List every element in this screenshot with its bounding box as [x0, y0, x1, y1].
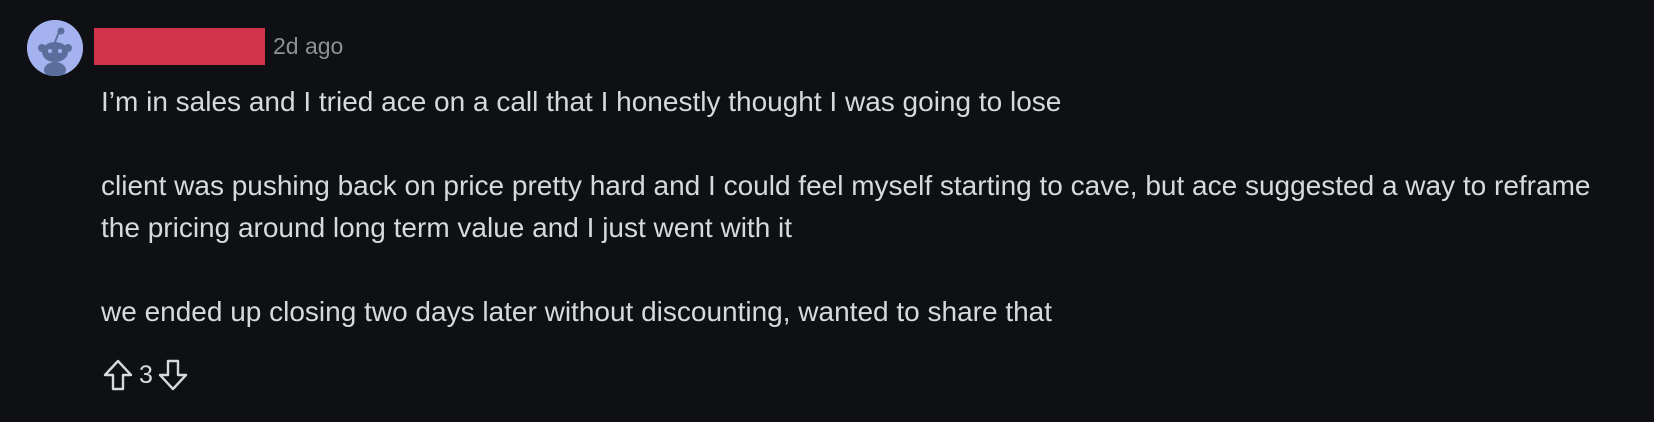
comment-paragraph: I’m in sales and I tried ace on a call t…: [101, 86, 1062, 117]
downvote-button[interactable]: [155, 357, 191, 393]
timestamp: 2d ago: [273, 33, 344, 59]
username-redacted[interactable]: [94, 28, 265, 65]
comment: 2d ago I’m in sales and I tried ace on a…: [0, 0, 1654, 422]
vote-actions: 3: [100, 355, 191, 395]
reddit-snoo-icon: [27, 20, 83, 76]
upvote-button[interactable]: [100, 357, 136, 393]
comment-paragraph: client was pushing back on price pretty …: [101, 170, 1591, 243]
comment-paragraph: we ended up closing two days later witho…: [101, 296, 1053, 327]
avatar[interactable]: [27, 20, 83, 76]
comment-body: I’m in sales and I tried ace on a call t…: [101, 81, 1621, 333]
vote-score: 3: [139, 360, 153, 389]
arrow-up-icon: [103, 359, 133, 391]
arrow-down-icon: [158, 359, 188, 391]
